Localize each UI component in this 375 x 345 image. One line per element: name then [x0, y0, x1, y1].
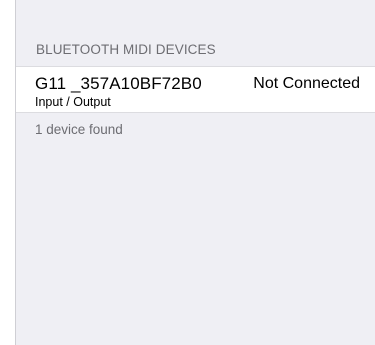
device-count: 1 device found — [35, 122, 123, 137]
bluetooth-midi-panel: BLUETOOTH MIDI DEVICES G11 _357A10BF72B0… — [15, 0, 375, 345]
device-type: Input / Output — [35, 95, 111, 109]
screen: BLUETOOTH MIDI DEVICES G11 _357A10BF72B0… — [0, 0, 375, 345]
device-row[interactable]: G11 _357A10BF72B0 Input / Output Not Con… — [16, 66, 375, 113]
section-header: BLUETOOTH MIDI DEVICES — [36, 42, 216, 57]
connection-status: Not Connected — [253, 75, 360, 92]
device-name: G11 _357A10BF72B0 — [35, 74, 202, 93]
